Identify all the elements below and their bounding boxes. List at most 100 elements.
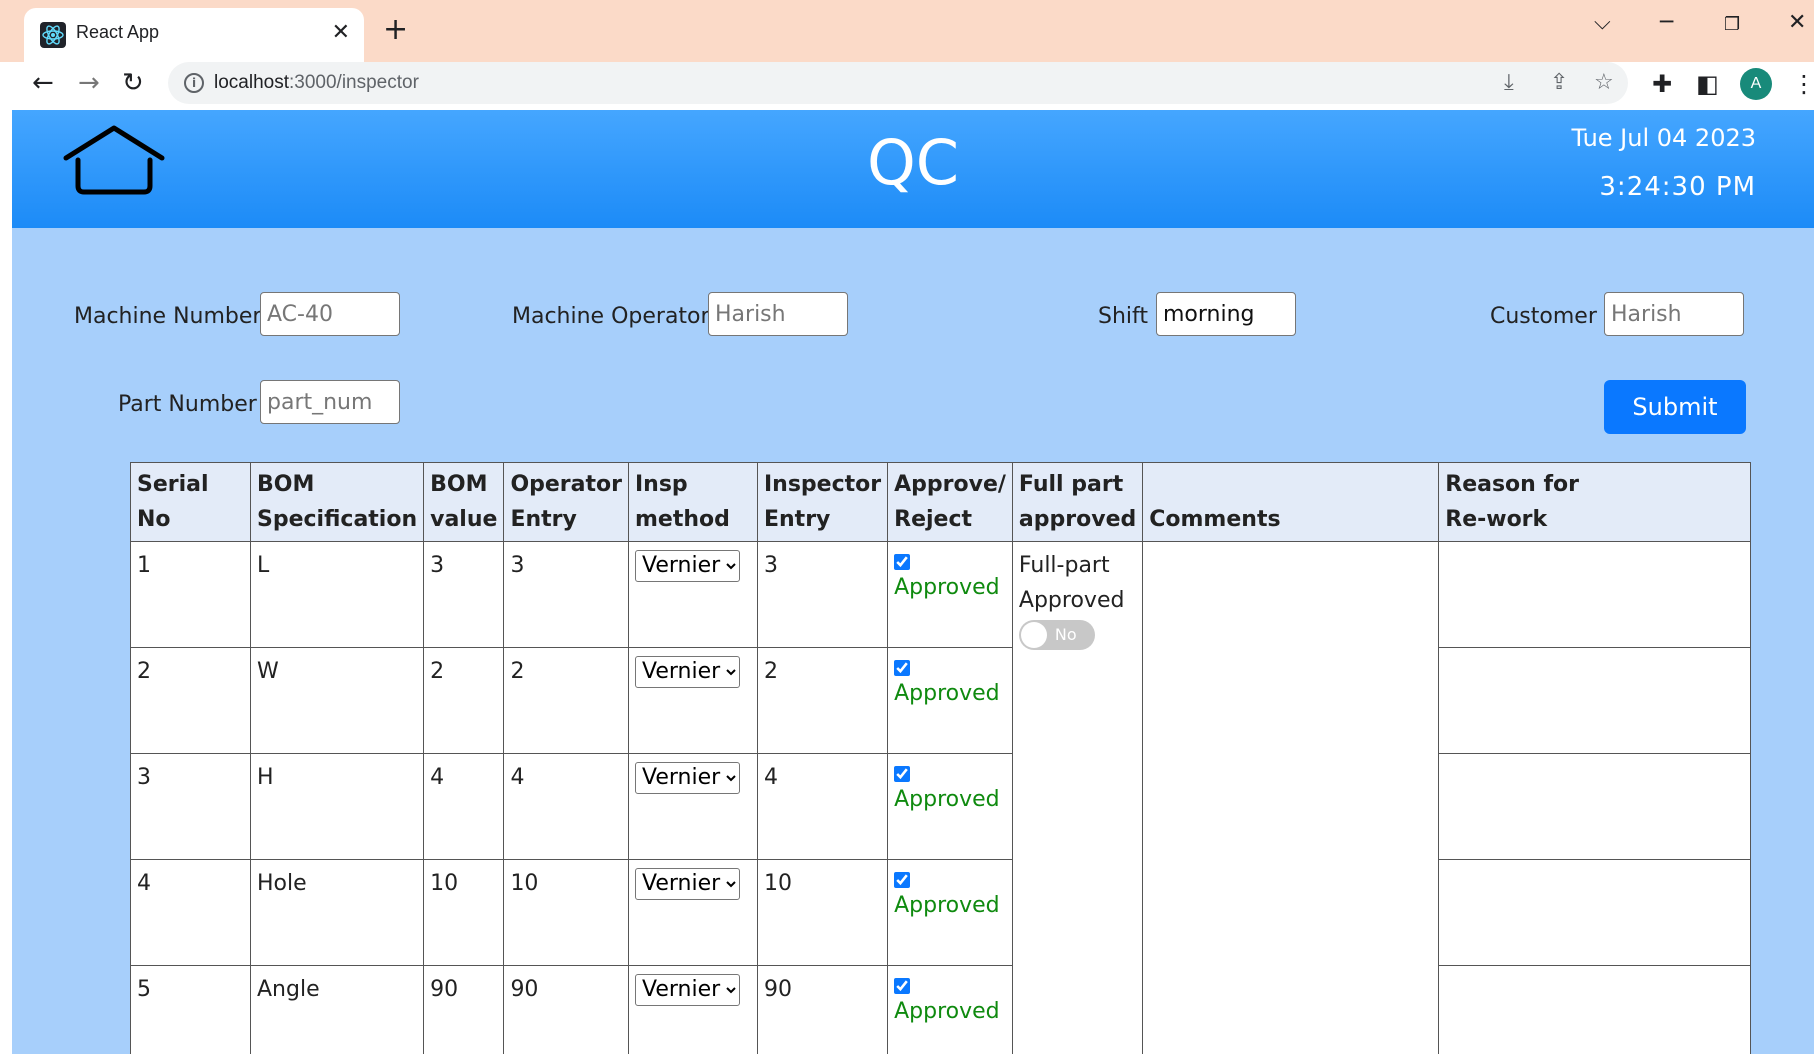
current-date: Tue Jul 04 2023 (1571, 124, 1756, 152)
spec-cell: Hole (249, 859, 425, 966)
serial-cell: 4 (130, 859, 251, 966)
inspector-entry-cell: 2 (756, 647, 889, 754)
full-part-toggle[interactable]: No (1018, 620, 1095, 650)
current-time: 3:24:30 PM (1599, 172, 1756, 202)
inspector-entry-cell: 4 (756, 753, 889, 860)
full-part-status-line1: Full-part (1018, 553, 1110, 578)
customer-input[interactable] (1604, 292, 1744, 336)
tab-title: React App (76, 22, 160, 42)
close-window-icon[interactable]: ✕ (1788, 10, 1806, 35)
header-bom-value: BOM value (423, 462, 505, 542)
part-number-input[interactable] (260, 380, 400, 424)
customer-label: Customer (1490, 304, 1597, 329)
bom-value-cell: 3 (423, 541, 505, 648)
serial-cell: 5 (130, 965, 251, 1054)
header-operator-entry: Operator Entry (503, 462, 629, 542)
insp-method-cell: Vernier (627, 647, 758, 754)
approve-checkbox[interactable] (894, 554, 911, 570)
profile-avatar[interactable]: A (1740, 68, 1772, 100)
insp-method-select[interactable]: Vernier (634, 867, 740, 900)
toggle-knob (1020, 622, 1047, 648)
app-header: QC Tue Jul 04 2023 3:24:30 PM (12, 110, 1814, 228)
chevron-down-icon[interactable]: ⌵ (1594, 10, 1611, 35)
share-icon[interactable]: ⇪ (1550, 70, 1568, 95)
machine-operator-label: Machine Operator (512, 304, 710, 329)
address-bar[interactable]: i localhost:3000/inspector ⤓ ⇪ ☆ (168, 62, 1628, 104)
extensions-icon[interactable]: ✚ (1652, 70, 1672, 98)
part-number-label: Part Number (118, 392, 257, 417)
operator-entry-cell: 4 (503, 753, 629, 860)
bom-value-cell: 90 (423, 965, 505, 1054)
full-part-cell: Full-part Approved No (1011, 541, 1144, 1054)
machine-operator-input[interactable] (708, 292, 848, 336)
new-tab-icon[interactable]: + (383, 12, 408, 47)
approve-checkbox[interactable] (894, 978, 911, 994)
reason-cell[interactable] (1438, 753, 1752, 860)
submit-button[interactable]: Submit (1604, 380, 1746, 434)
reason-cell[interactable] (1438, 647, 1752, 754)
reason-cell[interactable] (1438, 541, 1752, 648)
install-icon[interactable]: ⤓ (1504, 70, 1514, 95)
approve-reject-cell: Approved (887, 541, 1013, 648)
comments-cell[interactable] (1142, 541, 1440, 1054)
app-page: QC Tue Jul 04 2023 3:24:30 PM Machine Nu… (12, 110, 1814, 1054)
table-row: 4 Hole 10 10 Vernier 10 Approved (130, 859, 1752, 966)
approval-status: Approved (894, 999, 1000, 1024)
inspector-entry-cell: 10 (756, 859, 889, 966)
approve-checkbox[interactable] (894, 872, 911, 888)
header-insp-method: Insp method (627, 462, 758, 542)
menu-icon[interactable]: ⋮ (1792, 70, 1814, 98)
browser-toolbar: ← → ↻ i localhost:3000/inspector ⤓ ⇪ ☆ ✚… (0, 62, 1814, 110)
full-part-status-line2: Approved (1018, 588, 1125, 613)
header-inspector-entry: Inspector Entry (756, 462, 889, 542)
bom-value-cell: 2 (423, 647, 505, 754)
machine-number-input[interactable] (260, 292, 400, 336)
machine-number-label: Machine Number (74, 304, 262, 329)
serial-cell: 3 (130, 753, 251, 860)
inspection-table: Serial No BOM Specification BOM value Oper… (130, 462, 1752, 1054)
spec-cell: Angle (249, 965, 425, 1054)
insp-method-cell: Vernier (627, 541, 758, 648)
side-panel-icon[interactable]: ◧ (1696, 70, 1719, 98)
approve-reject-cell: Approved (887, 859, 1013, 966)
reason-cell[interactable] (1438, 859, 1752, 966)
bom-value-cell: 10 (423, 859, 505, 966)
bom-value-cell: 4 (423, 753, 505, 860)
inspector-entry-cell: 90 (756, 965, 889, 1054)
approve-checkbox[interactable] (894, 660, 911, 676)
url-text: localhost:3000/inspector (214, 72, 419, 93)
forward-icon[interactable]: → (78, 68, 100, 98)
header-comments: Comments (1142, 462, 1440, 542)
insp-method-cell: Vernier (627, 753, 758, 860)
operator-entry-cell: 2 (503, 647, 629, 754)
operator-entry-cell: 3 (503, 541, 629, 648)
back-icon[interactable]: ← (32, 68, 54, 98)
serial-cell: 2 (130, 647, 251, 754)
restore-icon[interactable]: ❐ (1724, 14, 1740, 35)
insp-method-cell: Vernier (627, 859, 758, 966)
insp-method-select[interactable]: Vernier (634, 761, 740, 794)
reason-cell[interactable] (1438, 965, 1752, 1054)
insp-method-select[interactable]: Vernier (634, 655, 740, 688)
approve-checkbox[interactable] (894, 766, 911, 782)
browser-tab[interactable]: React App ✕ (24, 8, 364, 62)
shift-input[interactable] (1156, 292, 1296, 336)
spec-cell: H (249, 753, 425, 860)
approve-reject-cell: Approved (887, 753, 1013, 860)
minimize-icon[interactable]: ─ (1660, 10, 1673, 35)
info-icon[interactable]: i (184, 73, 204, 93)
reload-icon[interactable]: ↻ (122, 68, 144, 98)
spec-cell: L (249, 541, 425, 648)
insp-method-select[interactable]: Vernier (634, 973, 740, 1006)
header-approve-reject: Approve/Reject (887, 462, 1013, 542)
toggle-label: No (1054, 625, 1077, 644)
react-logo-icon (40, 22, 66, 48)
bookmark-star-icon[interactable]: ☆ (1594, 70, 1614, 95)
browser-tab-strip: React App ✕ + ⌵ ─ ❐ ✕ (0, 0, 1814, 62)
close-tab-icon[interactable]: ✕ (332, 20, 350, 45)
spec-cell: W (249, 647, 425, 754)
approval-status: Approved (894, 787, 1000, 812)
insp-method-select[interactable]: Vernier (634, 549, 740, 582)
approve-reject-cell: Approved (887, 965, 1013, 1054)
insp-method-cell: Vernier (627, 965, 758, 1054)
